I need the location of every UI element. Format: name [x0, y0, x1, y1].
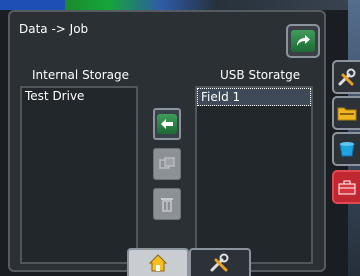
return-button[interactable] — [286, 24, 320, 58]
tools-icon — [210, 253, 229, 272]
return-arrow-icon — [291, 30, 315, 52]
side-tab-bucket[interactable] — [332, 132, 360, 166]
copy-icon — [159, 157, 175, 169]
background-map-strip — [0, 0, 360, 10]
list-item[interactable]: Test Drive — [22, 88, 136, 104]
transfer-to-internal-button[interactable] — [153, 108, 181, 140]
folder-icon — [337, 107, 357, 121]
data-job-dialog: Data -> Job Internal Storage USB Storatg… — [8, 10, 326, 272]
home-icon — [148, 254, 168, 272]
tools-tab[interactable] — [189, 248, 251, 276]
usb-storage-list[interactable]: Field 1 — [195, 86, 313, 264]
usb-storage-label: USB Storatge — [220, 68, 301, 82]
dialog-title: Data -> Job — [19, 22, 89, 36]
delete-button[interactable] — [153, 188, 181, 220]
trash-icon — [161, 198, 173, 212]
bucket-icon — [339, 142, 355, 157]
internal-storage-label: Internal Storage — [32, 68, 130, 82]
side-tab-folder[interactable] — [332, 96, 360, 130]
list-item[interactable]: Field 1 — [197, 88, 311, 106]
home-tab[interactable] — [127, 248, 189, 276]
arrow-left-icon — [157, 114, 177, 134]
side-tab-tools[interactable] — [332, 60, 360, 94]
side-tab-toolbox[interactable] — [332, 170, 360, 204]
copy-button[interactable] — [153, 148, 181, 180]
wrench-screwdriver-icon — [338, 68, 356, 86]
internal-storage-list[interactable]: Test Drive — [20, 86, 138, 264]
toolbox-icon — [338, 180, 356, 195]
